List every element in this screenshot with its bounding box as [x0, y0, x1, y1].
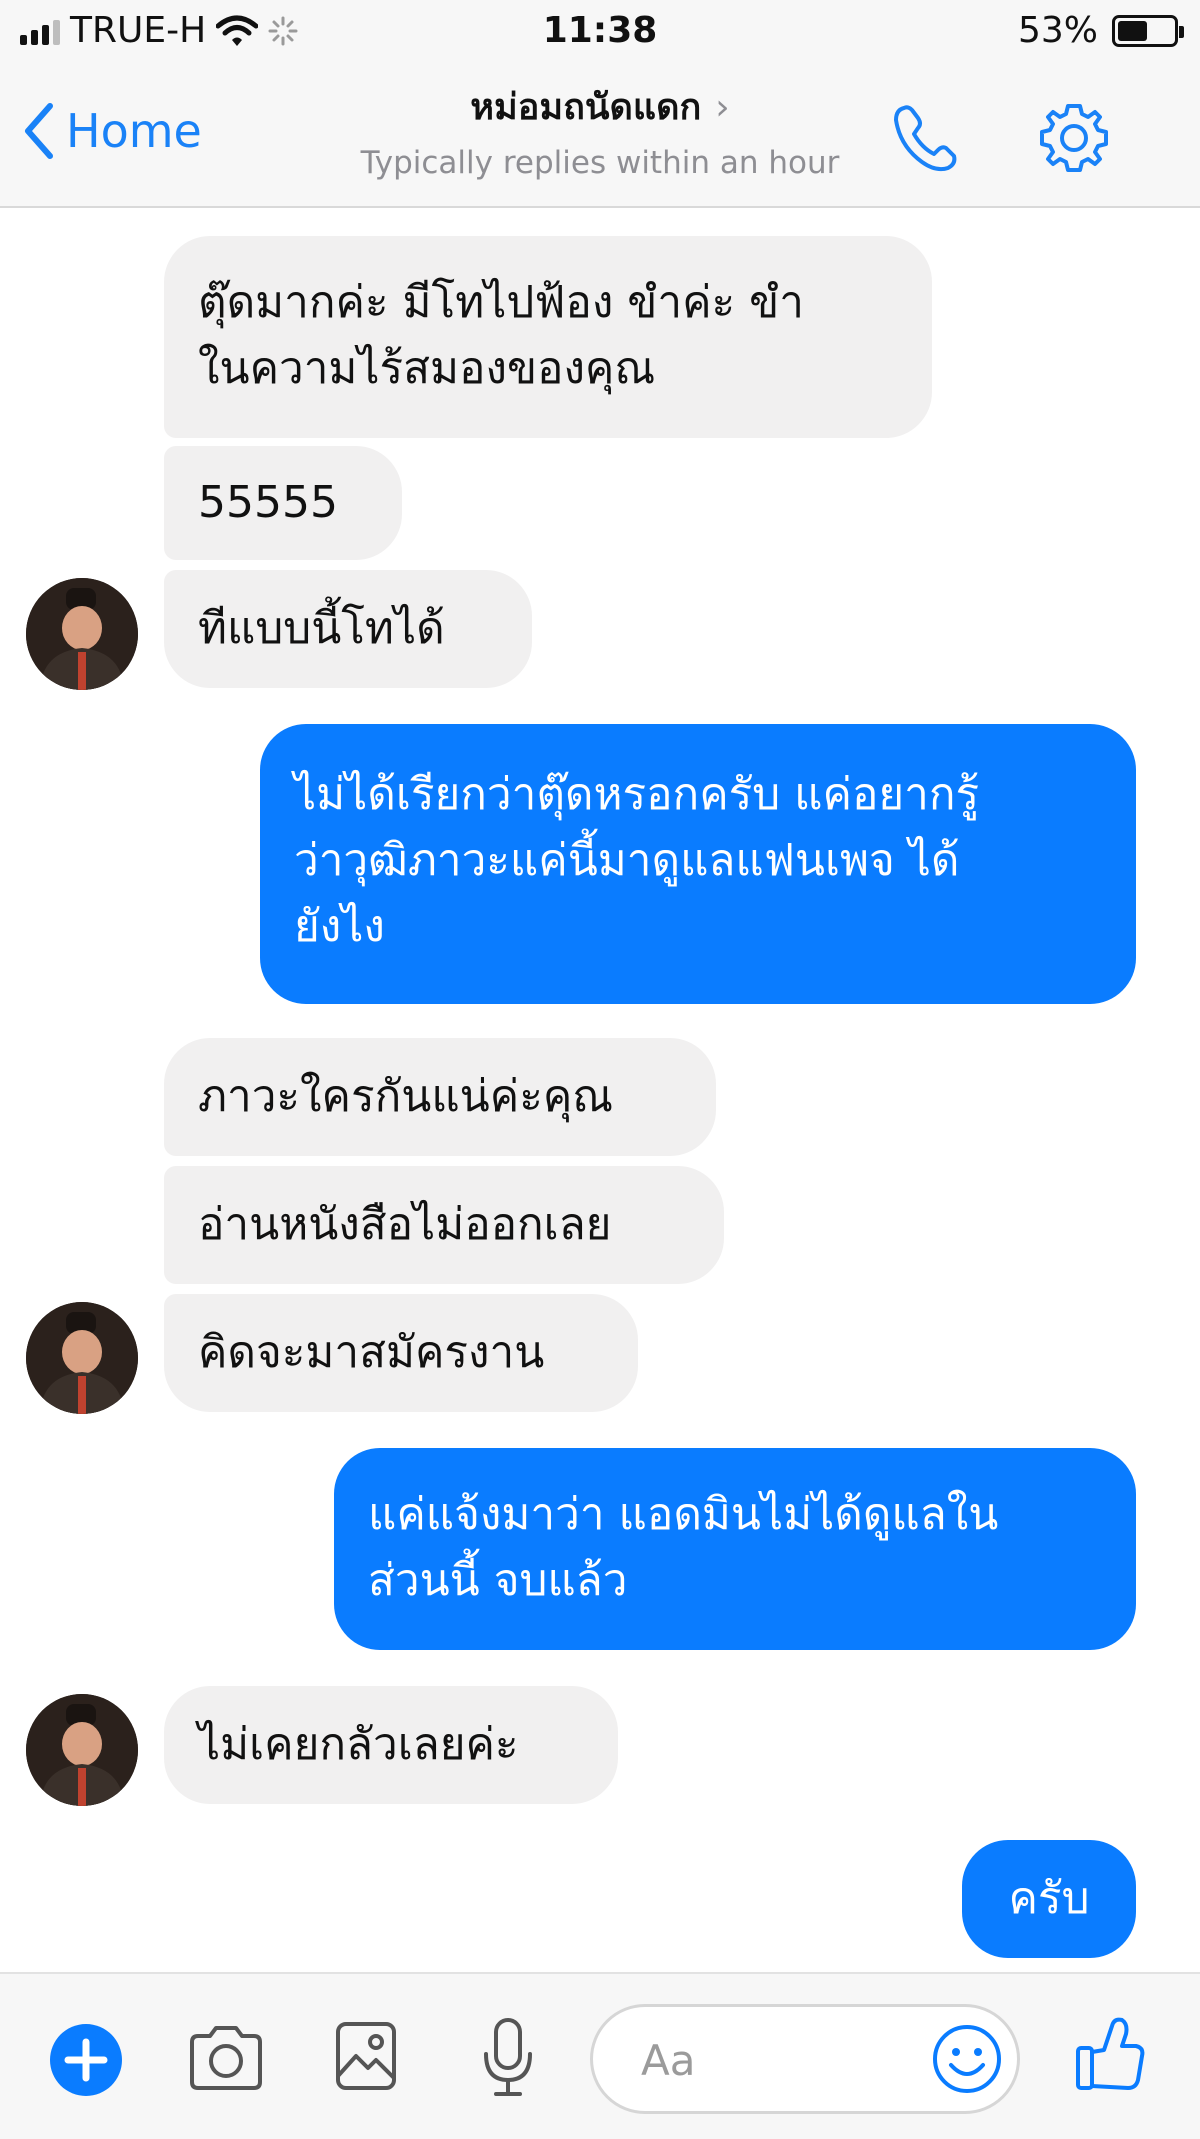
phone-icon[interactable]: [888, 100, 964, 176]
image-icon[interactable]: [334, 2020, 398, 2092]
battery-percent: 53%: [1017, 10, 1098, 51]
message-text: แค่แจ้งมาว่า แอดมินไม่ได้ดูแลใน: [368, 1489, 999, 1540]
avatar-image: [26, 1694, 138, 1806]
contact-name: หม่อมถนัดแดก: [470, 87, 702, 128]
battery-info: 53%: [1017, 10, 1184, 51]
status-bar: TRUE-H 11:38 53%: [0, 0, 1200, 64]
message-text: ไม่เคยกลัวเลยค่ะ: [198, 1719, 519, 1770]
conversation-header: Home หม่อมถนัดแดก › Typically replies wit…: [0, 64, 1200, 208]
like-thumbs-up-icon[interactable]: [1074, 2014, 1146, 2094]
message-input[interactable]: [639, 2031, 893, 2089]
avatar[interactable]: [26, 1694, 138, 1806]
message-bubble-incoming[interactable]: ไม่เคยกลัวเลยค่ะ: [164, 1686, 618, 1804]
camera-icon[interactable]: [186, 2022, 266, 2094]
smiley-icon[interactable]: [931, 2023, 1003, 2095]
avatar-image: [26, 578, 138, 690]
message-text: ไม่ได้เรียกว่าตุ๊ดหรอกครับ แค่อยากรู้: [294, 769, 980, 820]
back-button[interactable]: Home: [22, 102, 202, 160]
message-bubble-outgoing[interactable]: แค่แจ้งมาว่า แอดมินไม่ได้ดูแลใน ส่วนนี้ …: [334, 1448, 1136, 1650]
message-bubble-incoming[interactable]: คิดจะมาสมัครงาน: [164, 1294, 638, 1412]
microphone-icon[interactable]: [480, 2016, 536, 2100]
message-text: ว่าวุฒิภาวะแค่นี้มาดูแลแฟนเพจ ได้: [294, 835, 960, 886]
message-bubble-incoming[interactable]: ภาวะใครกันแน่ค่ะคุณ: [164, 1038, 716, 1156]
avatar[interactable]: [26, 578, 138, 690]
composer-bar: [0, 1972, 1200, 2139]
message-text: ตุ๊ดมากค่ะ มีโทไปฟ้อง ขำค่ะ ขำ: [198, 277, 804, 328]
message-text: คิดจะมาสมัครงาน: [198, 1327, 545, 1378]
avatar[interactable]: [26, 1302, 138, 1414]
plus-icon[interactable]: [48, 2022, 124, 2098]
chevron-left-icon: [25, 103, 53, 159]
message-bubble-incoming[interactable]: 55555: [164, 446, 402, 560]
battery-icon: [1112, 14, 1184, 47]
avatar-image: [26, 1302, 138, 1414]
message-text: ยังไง: [294, 901, 385, 952]
message-text: ภาวะใครกันแน่ค่ะคุณ: [198, 1071, 614, 1122]
page-title: หม่อมถนัดแดก ›: [300, 78, 900, 135]
response-time: Typically replies within an hour: [360, 145, 840, 181]
message-text: ในความไร้สมองของคุณ: [198, 343, 656, 394]
message-input-box[interactable]: [590, 2004, 1020, 2114]
contact-info-button[interactable]: หม่อมถนัดแดก › Typically replies within a…: [300, 78, 900, 181]
message-bubble-outgoing[interactable]: ครับ: [962, 1840, 1136, 1958]
gear-icon[interactable]: [1036, 100, 1112, 176]
message-bubble-outgoing[interactable]: ไม่ได้เรียกว่าตุ๊ดหรอกครับ แค่อยากรู้ ว่…: [260, 724, 1136, 1004]
message-text: ส่วนนี้ จบแล้ว: [368, 1555, 628, 1606]
message-text: ครับ: [1008, 1873, 1090, 1924]
message-text: 55555: [198, 477, 338, 528]
message-text: ทีแบบนี้โทได้: [198, 603, 445, 654]
chevron-right-icon: ›: [715, 87, 730, 128]
back-label: Home: [66, 104, 202, 158]
message-bubble-incoming[interactable]: ตุ๊ดมากค่ะ มีโทไปฟ้อง ขำค่ะ ขำ ในความไร้…: [164, 236, 932, 438]
message-bubble-incoming[interactable]: อ่านหนังสือไม่ออกเลย: [164, 1166, 724, 1284]
message-text: อ่านหนังสือไม่ออกเลย: [198, 1199, 612, 1250]
message-bubble-incoming[interactable]: ทีแบบนี้โทได้: [164, 570, 532, 688]
